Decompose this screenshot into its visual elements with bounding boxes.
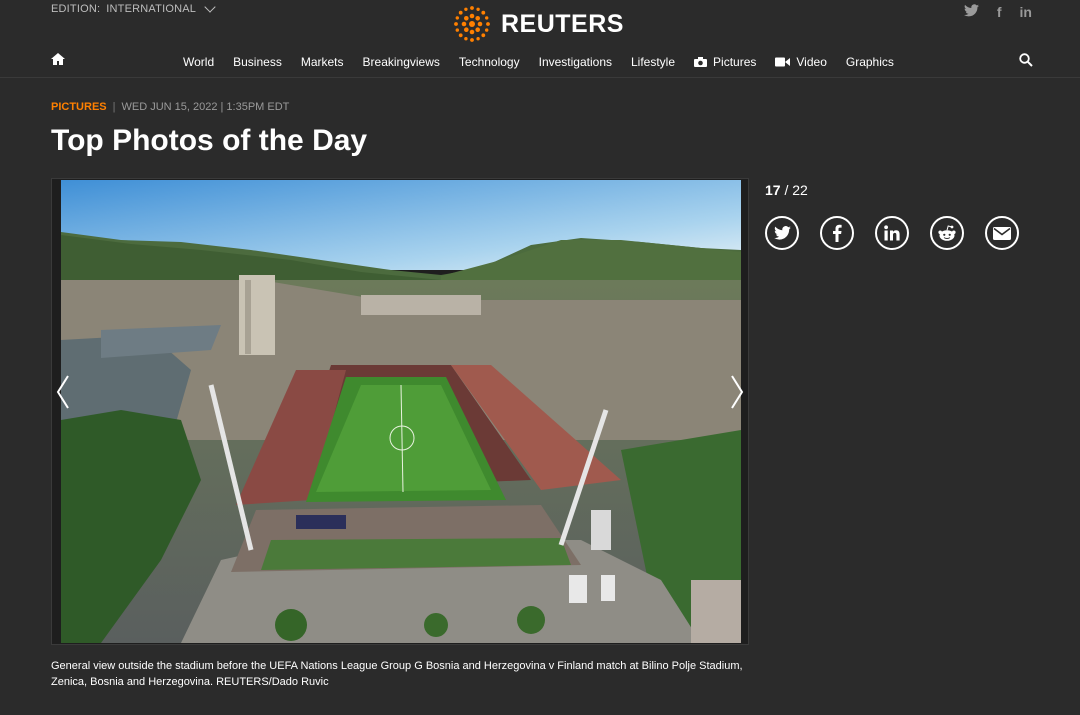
chevron-down-icon (204, 1, 216, 13)
article-date: WED JUN 15, 2022 | 1:35PM EDT (121, 101, 290, 113)
reddit-icon (938, 224, 956, 241)
previous-photo-arrow-icon[interactable] (52, 372, 74, 412)
share-reddit-button[interactable] (930, 216, 964, 250)
home-icon[interactable] (51, 52, 65, 66)
top-bar: EDITION: INTERNATIONAL REUTERS f in (0, 0, 1080, 46)
stadium-photo-image (61, 180, 741, 643)
main-nav: World Business Markets Breakingviews Tec… (0, 46, 1080, 78)
linkedin-icon[interactable]: in (1020, 4, 1032, 20)
twitter-icon[interactable] (963, 4, 979, 17)
photo-caption: General view outside the stadium before … (51, 660, 743, 688)
logo-text: REUTERS (501, 9, 624, 38)
share-email-button[interactable] (985, 216, 1019, 250)
section-label[interactable]: PICTURES (51, 101, 107, 113)
next-photo-arrow-icon[interactable] (726, 372, 748, 412)
linkedin-icon (883, 225, 900, 241)
edition-value: INTERNATIONAL (106, 3, 197, 15)
kicker-separator: | (112, 101, 116, 113)
edition-label: EDITION: (51, 3, 101, 15)
share-twitter-button[interactable] (765, 216, 799, 250)
stadium-photo (61, 180, 741, 643)
social-links: f in (963, 4, 1032, 20)
nav-item-graphics[interactable]: Graphics (846, 55, 894, 69)
camera-icon (694, 57, 708, 67)
reuters-logo-icon (454, 6, 490, 42)
facebook-icon[interactable]: f (997, 4, 1002, 20)
photo-counter: 17 / 22 (765, 182, 808, 198)
email-icon (993, 226, 1011, 240)
photo-viewer (51, 178, 749, 645)
share-facebook-button[interactable] (820, 216, 854, 250)
photo-counter-total: / 22 (784, 182, 808, 198)
nav-item-breakingviews[interactable]: Breakingviews (363, 55, 440, 69)
page-title: Top Photos of the Day (51, 124, 368, 157)
article-kicker: PICTURES | WED JUN 15, 2022 | 1:35PM EDT (51, 101, 289, 113)
nav-item-lifestyle[interactable]: Lifestyle (631, 55, 675, 69)
photo-counter-current: 17 (765, 182, 781, 198)
nav-item-pictures[interactable]: Pictures (694, 55, 756, 69)
nav-item-video[interactable]: Video (775, 55, 827, 69)
twitter-icon (773, 226, 791, 240)
video-icon (775, 57, 791, 67)
nav-item-world[interactable]: World (183, 55, 214, 69)
facebook-icon (833, 224, 842, 242)
share-linkedin-button[interactable] (875, 216, 909, 250)
reuters-logo[interactable]: REUTERS (451, 3, 624, 45)
edition-selector[interactable]: EDITION: INTERNATIONAL (51, 1, 216, 15)
share-buttons (765, 216, 1019, 250)
nav-item-markets[interactable]: Markets (301, 55, 344, 69)
search-icon[interactable] (1019, 53, 1033, 67)
nav-items: World Business Markets Breakingviews Tec… (183, 55, 913, 69)
nav-item-investigations[interactable]: Investigations (539, 55, 612, 69)
nav-item-business[interactable]: Business (233, 55, 282, 69)
nav-item-technology[interactable]: Technology (459, 55, 520, 69)
